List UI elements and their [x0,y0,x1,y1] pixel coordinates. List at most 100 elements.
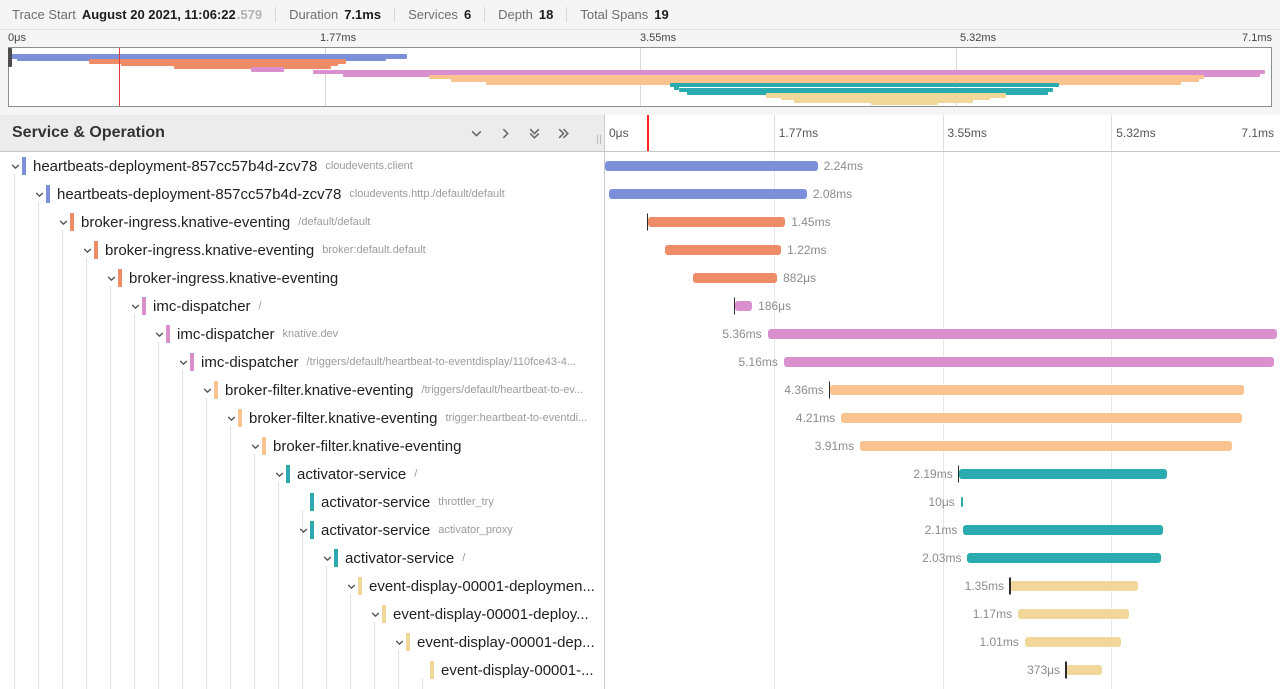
expand-one-level-icon[interactable] [528,127,541,140]
span-bar-row[interactable]: 5.16ms [605,348,1280,376]
span-tree-row[interactable]: heartbeats-deployment-857cc57b4d-zcv78 c… [0,180,604,208]
span-bar-row[interactable]: 2.1ms [605,516,1280,544]
span-tree-row[interactable]: broker-ingress.knative-eventing broker:d… [0,236,604,264]
collapse-all-icon[interactable] [499,127,512,140]
span-duration-bar[interactable] [768,329,1277,339]
span-duration-bar[interactable] [860,441,1232,451]
span-tree-row[interactable]: activator-service activator_proxy [0,516,604,544]
span-bar-row[interactable]: 3.91ms [605,432,1280,460]
service-name: heartbeats-deployment-857cc57b4d-zcv78 [57,186,341,203]
span-rows-area: heartbeats-deployment-857cc57b4d-zcv78 c… [0,152,1280,689]
expand-chevron-icon[interactable] [200,385,214,396]
service-name: activator-service [321,522,430,539]
expand-chevron-icon[interactable] [32,189,46,200]
span-tree-row[interactable]: event-display-00001-dep... [0,628,604,656]
overview-tick-75: 5.32ms [960,32,996,44]
span-duration-bar[interactable] [609,189,807,199]
span-tree-row[interactable]: broker-ingress.knative-eventing /default… [0,208,604,236]
trace-overview-minimap[interactable] [8,47,1272,107]
span-duration-bar[interactable] [967,553,1160,563]
expand-chevron-icon[interactable] [320,553,334,564]
span-bar-row[interactable]: 882μs [605,264,1280,292]
operation-name: trigger:heartbeat-to-eventdi... [445,412,587,424]
span-duration-bar[interactable] [1025,637,1121,647]
expand-chevron-icon[interactable] [80,245,94,256]
span-tree-row[interactable]: event-display-00001-... [0,656,604,684]
span-tree-row[interactable]: event-display-00001-deploymen... [0,572,604,600]
span-tree-row[interactable]: imc-dispatcher / [0,292,604,320]
service-color-bar [262,437,266,455]
expand-chevron-icon[interactable] [224,413,238,424]
span-bar-row[interactable]: 2.03ms [605,544,1280,572]
span-duration-bar[interactable] [959,469,1167,479]
services-group: Services 6 [394,7,484,22]
operation-name: knative.dev [283,328,339,340]
span-bar-row[interactable]: 1.17ms [605,600,1280,628]
span-tree-row[interactable]: imc-dispatcher /triggers/default/heartbe… [0,348,604,376]
span-bar-row[interactable]: 1.01ms [605,628,1280,656]
span-bar-row[interactable]: 2.08ms [605,180,1280,208]
depth-group: Depth 18 [484,7,566,22]
expand-chevron-icon[interactable] [176,357,190,368]
expand-chevron-icon[interactable] [344,581,358,592]
span-duration-bar[interactable] [648,217,786,227]
expand-all-icon[interactable] [557,127,570,140]
span-tree-row[interactable]: broker-filter.knative-eventing trigger:h… [0,404,604,432]
expand-chevron-icon[interactable] [272,469,286,480]
span-duration-label: 5.16ms [739,355,778,369]
span-duration-bar[interactable] [961,497,964,507]
span-tree-row[interactable]: imc-dispatcher knative.dev [0,320,604,348]
span-bar-row[interactable]: 186μs [605,292,1280,320]
expand-chevron-icon[interactable] [248,441,262,452]
span-bar-row[interactable]: 5.36ms [605,320,1280,348]
span-duration-bar[interactable] [963,525,1163,535]
span-duration-label: 5.36ms [722,327,761,341]
span-duration-bar[interactable] [841,413,1241,423]
span-tree-row[interactable]: broker-ingress.knative-eventing [0,264,604,292]
minimap-left-scrubber[interactable] [8,48,12,67]
span-duration-label: 2.19ms [913,467,952,481]
span-duration-bar[interactable] [735,301,753,311]
span-bar-row[interactable]: 1.35ms [605,572,1280,600]
expand-chevron-icon[interactable] [56,217,70,228]
span-duration-bar[interactable] [1010,581,1138,591]
service-color-bar [190,353,194,371]
span-duration-label: 186μs [758,299,791,313]
span-bar-row[interactable]: 2.19ms [605,460,1280,488]
span-bar-row[interactable]: 4.21ms [605,404,1280,432]
span-duration-bar[interactable] [693,273,777,283]
span-tree-row[interactable]: activator-service / [0,460,604,488]
span-duration-bar[interactable] [665,245,781,255]
span-tree-row[interactable]: heartbeats-deployment-857cc57b4d-zcv78 c… [0,152,604,180]
expand-chevron-icon[interactable] [296,525,310,536]
minimap-span [670,83,1059,88]
expand-chevron-icon[interactable] [368,609,382,620]
span-bar-row[interactable]: 10μs [605,488,1280,516]
span-duration-bar[interactable] [605,161,818,171]
span-tree-row[interactable]: broker-filter.knative-eventing [0,432,604,460]
pane-resize-grip[interactable] [597,135,601,144]
expand-chevron-icon[interactable] [392,637,406,648]
span-tree-row[interactable]: activator-service / [0,544,604,572]
service-name: broker-ingress.knative-eventing [81,214,290,231]
span-duration-bar[interactable] [784,357,1274,367]
span-duration-bar[interactable] [1066,665,1102,675]
minimap-span [251,67,284,72]
expand-chevron-icon[interactable] [128,301,142,312]
collapse-one-level-icon[interactable] [470,127,483,140]
span-bar-row[interactable]: 1.22ms [605,236,1280,264]
expand-chevron-icon[interactable] [104,273,118,284]
span-bar-row[interactable]: 2.24ms [605,152,1280,180]
span-bar-row[interactable]: 4.36ms [605,376,1280,404]
span-tree-row[interactable]: activator-service throttler_try [0,488,604,516]
span-start-tick [734,298,736,315]
span-tree-row[interactable]: event-display-00001-deploy... [0,600,604,628]
span-bar-row[interactable]: 373μs [605,656,1280,684]
expand-chevron-icon[interactable] [8,161,22,172]
operation-name: /triggers/default/heartbeat-to-eventdisp… [307,356,576,368]
span-duration-bar[interactable] [1018,609,1129,619]
span-tree-row[interactable]: broker-filter.knative-eventing /triggers… [0,376,604,404]
span-bar-row[interactable]: 1.45ms [605,208,1280,236]
expand-chevron-icon[interactable] [152,329,166,340]
span-duration-bar[interactable] [830,385,1244,395]
